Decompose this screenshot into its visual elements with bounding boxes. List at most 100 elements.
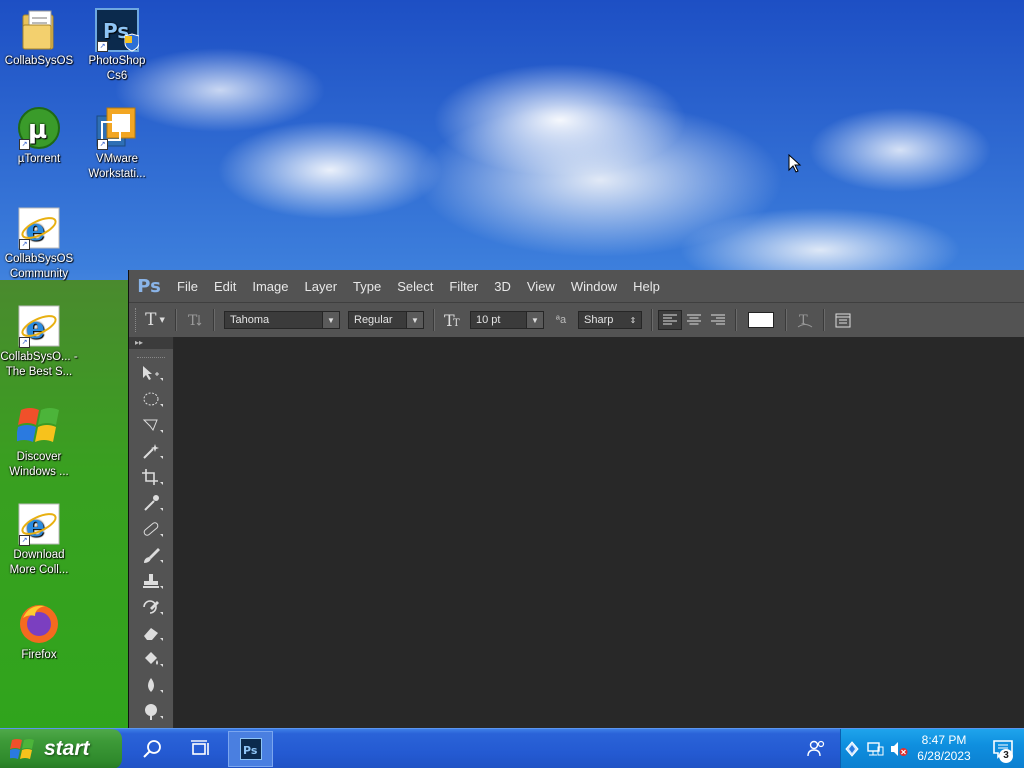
- healing-brush-tool-icon[interactable]: [129, 516, 173, 542]
- eraser-tool-icon[interactable]: [129, 620, 173, 646]
- menu-file[interactable]: File: [169, 279, 206, 294]
- clock-time: 8:47 PM: [921, 733, 967, 747]
- type-tool-icon: T: [145, 310, 157, 330]
- warp-text-icon[interactable]: T: [792, 307, 818, 333]
- menu-view[interactable]: View: [519, 279, 563, 294]
- separator: [735, 309, 737, 331]
- taskbar-clock[interactable]: 8:47 PM 6/28/2023: [913, 732, 975, 764]
- windows-xp-logo-icon: [17, 404, 61, 448]
- desktop-icon-label: VMware Workstati...: [88, 153, 146, 180]
- notification-count-badge: 3: [999, 749, 1013, 763]
- svg-text:T: T: [453, 318, 460, 329]
- photoshop-window: Ps File Edit Image Layer Type Select Fil…: [128, 270, 1024, 728]
- menu-type[interactable]: Type: [345, 279, 389, 294]
- font-size-value: 10 pt: [476, 314, 501, 326]
- marquee-tool-icon[interactable]: [129, 386, 173, 412]
- tools-panel: ▸▸: [129, 337, 174, 728]
- font-family-select[interactable]: Tahoma ▼: [224, 311, 340, 329]
- separator: [651, 309, 653, 331]
- paint-bucket-tool-icon[interactable]: [129, 646, 173, 672]
- character-panel-icon[interactable]: [830, 307, 856, 333]
- menu-filter[interactable]: Filter: [441, 279, 486, 294]
- desktop: CollabSysOS Ps ↗ PhotoShop Cs6 µ ↗ µTorr…: [0, 0, 1024, 768]
- tray-network-button[interactable]: [863, 729, 887, 768]
- antialiasing-select[interactable]: Sharp ⇕: [578, 311, 642, 329]
- menu-3d[interactable]: 3D: [486, 279, 519, 294]
- chevron-down-icon: ▼: [322, 312, 339, 328]
- magic-wand-tool-icon[interactable]: [129, 438, 173, 464]
- tools-panel-collapse[interactable]: ▸▸: [129, 337, 173, 349]
- lasso-tool-icon[interactable]: [129, 412, 173, 438]
- tray-shield-icon: [845, 741, 859, 757]
- search-icon: [143, 740, 161, 758]
- desktop-icon-label: µTorrent: [17, 153, 61, 165]
- desktop-icon-vmware[interactable]: ↗ VMware Workstati...: [78, 106, 156, 182]
- text-color-swatch[interactable]: [748, 312, 774, 328]
- start-label: start: [44, 737, 90, 760]
- system-tray: 8:47 PM 6/28/2023 3: [840, 729, 1024, 768]
- clone-stamp-tool-icon[interactable]: [129, 568, 173, 594]
- crop-tool-icon[interactable]: [129, 464, 173, 490]
- folder-icon: [17, 8, 61, 52]
- desktop-icon-download-more[interactable]: e ↗ Download More Coll...: [0, 502, 78, 578]
- menu-layer[interactable]: Layer: [297, 279, 346, 294]
- desktop-icon-photoshop[interactable]: Ps ↗ PhotoShop Cs6: [78, 8, 156, 84]
- taskbar: start Ps 8:47 PM 6/28/2023 3: [0, 728, 1024, 768]
- task-view-icon: [191, 740, 209, 755]
- network-icon: [867, 742, 884, 756]
- tray-volume-button[interactable]: [887, 729, 911, 768]
- chevron-down-icon: ▼: [406, 312, 423, 328]
- photoshop-icon: Ps ↗: [95, 8, 139, 52]
- brush-tool-icon[interactable]: [129, 542, 173, 568]
- desktop-icon-label: PhotoShop Cs6: [88, 55, 146, 82]
- desktop-icon-firefox[interactable]: Firefox: [0, 602, 78, 663]
- tool-preset-picker[interactable]: T ▼: [140, 307, 170, 333]
- eyedropper-tool-icon[interactable]: [129, 490, 173, 516]
- menu-select[interactable]: Select: [389, 279, 441, 294]
- options-bar: T ▼ T Tahoma ▼ Regular ▼ TT 10 pt ▼ ªa S…: [129, 302, 1024, 338]
- align-right-button[interactable]: [706, 307, 730, 333]
- desktop-icon-collabsysos-community[interactable]: e ↗ CollabSysOS Community: [0, 206, 78, 282]
- menu-window[interactable]: Window: [563, 279, 625, 294]
- task-view-button[interactable]: [178, 729, 222, 768]
- menu-edit[interactable]: Edit: [206, 279, 244, 294]
- font-size-select[interactable]: 10 pt ▼: [470, 311, 544, 329]
- tools-panel-grip[interactable]: [137, 351, 165, 358]
- photoshop-menubar: Ps File Edit Image Layer Type Select Fil…: [129, 270, 1024, 302]
- start-button[interactable]: start: [0, 729, 122, 768]
- desktop-icon-collabsysos[interactable]: CollabSysOS: [0, 8, 78, 69]
- tray-network-location-button[interactable]: [841, 729, 863, 768]
- text-orientation-toggle-icon[interactable]: T: [182, 307, 208, 333]
- separator: [785, 309, 787, 331]
- volume-muted-icon: [891, 742, 908, 756]
- menu-help[interactable]: Help: [625, 279, 668, 294]
- photoshop-icon: Ps: [239, 738, 262, 760]
- desktop-icon-label: Firefox: [21, 649, 57, 661]
- align-left-button[interactable]: [658, 310, 682, 330]
- desktop-icon-label: Download More Coll...: [9, 549, 69, 576]
- desktop-icon-discover-windows[interactable]: Discover Windows ...: [0, 404, 78, 480]
- shortcut-arrow-icon: ↗: [19, 535, 30, 546]
- utorrent-icon: µ ↗: [17, 106, 61, 150]
- action-center-button[interactable]: 3: [981, 729, 1024, 768]
- font-style-select[interactable]: Regular ▼: [348, 311, 424, 329]
- desktop-icon-collabsysos-best[interactable]: e ↗ CollabSysO... - The Best S...: [0, 304, 78, 380]
- shortcut-arrow-icon: ↗: [97, 139, 108, 150]
- align-center-icon: [687, 314, 701, 325]
- desktop-icon-label: Discover Windows ...: [9, 451, 69, 478]
- people-button[interactable]: [794, 729, 838, 768]
- svg-text:Ps: Ps: [243, 744, 258, 757]
- document-area[interactable]: [174, 337, 1024, 728]
- shortcut-arrow-icon: ↗: [19, 239, 30, 250]
- separator: [823, 309, 825, 331]
- desktop-icon-utorrent[interactable]: µ ↗ µTorrent: [0, 106, 78, 167]
- blur-tool-icon[interactable]: [129, 672, 173, 698]
- align-center-button[interactable]: [682, 307, 706, 333]
- menu-image[interactable]: Image: [244, 279, 296, 294]
- search-button[interactable]: [130, 729, 174, 768]
- separator: [433, 309, 435, 331]
- history-brush-tool-icon[interactable]: [129, 594, 173, 620]
- taskbar-app-photoshop[interactable]: Ps: [228, 731, 273, 767]
- move-tool-icon[interactable]: [129, 360, 173, 386]
- dodge-tool-icon[interactable]: [129, 698, 173, 724]
